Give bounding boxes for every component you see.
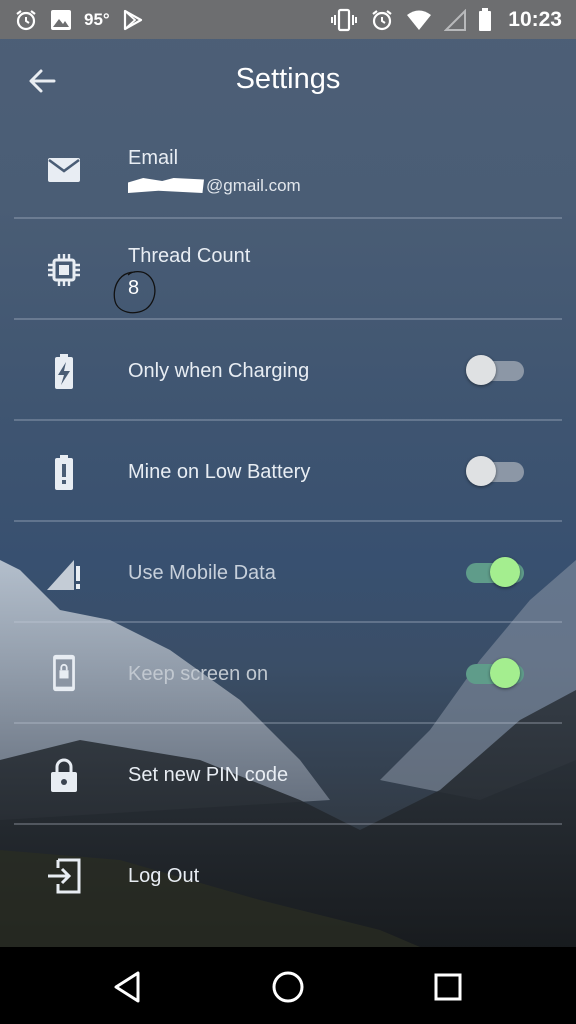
toggle-thumb <box>490 557 520 587</box>
mine-on-low-battery-toggle[interactable] <box>462 453 528 487</box>
use-mobile-data-toggle[interactable] <box>462 554 528 588</box>
navigation-bar <box>0 947 576 1024</box>
wifi-icon <box>406 9 432 31</box>
nav-recents-button[interactable] <box>426 965 470 1009</box>
alarm-icon <box>14 8 38 32</box>
lock-icon <box>51 758 77 792</box>
play-store-icon <box>122 9 144 31</box>
email-value: @gmail.com <box>128 176 301 196</box>
setting-email[interactable]: Email @gmail.com <box>0 120 576 220</box>
thread-count-label: Thread Count <box>128 245 251 267</box>
battery-icon <box>478 7 492 32</box>
handwritten-circle-mark <box>113 270 156 314</box>
only-when-charging-label: Only when Charging <box>128 360 310 382</box>
screen-lock-icon <box>53 654 75 692</box>
redacted-email-user <box>128 178 204 193</box>
vibrate-icon <box>330 8 358 32</box>
toggle-thumb <box>466 456 496 486</box>
cpu-chip-icon <box>48 254 80 286</box>
use-mobile-data-label: Use Mobile Data <box>128 562 276 584</box>
settings-screen: 95° 10:23 Settings Email @gmail.com Thre… <box>0 0 576 1024</box>
toolbar: Settings <box>0 39 576 123</box>
email-domain: @gmail.com <box>206 176 301 195</box>
setting-log-out[interactable]: Log Out <box>0 825 576 925</box>
only-when-charging-toggle[interactable] <box>462 352 528 386</box>
back-triangle-icon <box>114 971 140 1003</box>
nav-home-button[interactable] <box>266 965 310 1009</box>
image-icon <box>50 9 72 31</box>
alarm-icon <box>370 8 394 32</box>
toggle-thumb <box>490 658 520 688</box>
setting-only-when-charging[interactable]: Only when Charging <box>0 320 576 420</box>
signal-icon <box>444 8 467 31</box>
setting-mine-on-low-battery[interactable]: Mine on Low Battery <box>0 421 576 521</box>
mail-icon <box>48 158 80 182</box>
home-circle-icon <box>272 971 304 1003</box>
exit-icon <box>48 858 81 894</box>
mine-on-low-battery-label: Mine on Low Battery <box>128 461 311 483</box>
battery-alert-icon <box>55 455 73 490</box>
recents-square-icon <box>434 973 462 1001</box>
log-out-label: Log Out <box>128 865 200 887</box>
set-pin-label: Set new PIN code <box>128 764 289 786</box>
page-title: Settings <box>235 63 341 95</box>
signal-alert-icon <box>47 560 80 590</box>
status-bar: 95° 10:23 <box>0 0 576 39</box>
setting-thread-count[interactable]: Thread Count 8 <box>0 219 576 319</box>
keep-screen-on-toggle[interactable] <box>462 655 528 689</box>
clock-text: 10:23 <box>508 7 562 31</box>
setting-use-mobile-data[interactable]: Use Mobile Data <box>0 522 576 622</box>
temperature-text: 95° <box>84 9 110 29</box>
email-label: Email <box>128 147 179 169</box>
battery-charging-icon <box>55 354 73 389</box>
nav-back-button[interactable] <box>106 965 150 1009</box>
setting-set-pin[interactable]: Set new PIN code <box>0 724 576 824</box>
keep-screen-on-label: Keep screen on <box>128 663 269 685</box>
toggle-thumb <box>466 355 496 385</box>
setting-keep-screen-on[interactable]: Keep screen on <box>0 623 576 723</box>
